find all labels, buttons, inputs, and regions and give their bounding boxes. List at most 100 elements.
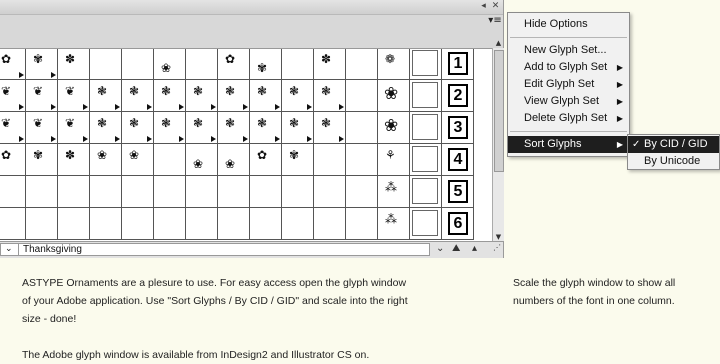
submenu-item-by-unicode[interactable]: By Unicode xyxy=(628,153,719,170)
glyph-cell[interactable] xyxy=(58,208,90,240)
glyph-cell[interactable]: 4 xyxy=(442,144,474,176)
glyph-cell[interactable] xyxy=(250,208,282,240)
glyph-cell[interactable] xyxy=(154,144,186,176)
glyph-cell[interactable] xyxy=(186,176,218,208)
glyph-cell[interactable] xyxy=(186,208,218,240)
menu-item-edit-glyph-set[interactable]: Edit Glyph Set ▶ xyxy=(508,76,629,93)
glyph-cell[interactable]: ❃ xyxy=(314,112,346,144)
glyph-cell[interactable]: ⁂ xyxy=(378,208,410,240)
panel-menu-button[interactable]: ▾≡ xyxy=(486,15,504,27)
glyph-cell[interactable] xyxy=(26,208,58,240)
glyph-cell[interactable]: ❀ xyxy=(90,144,122,176)
glyph-cell[interactable] xyxy=(346,80,378,112)
glyph-cell[interactable]: ❃ xyxy=(154,112,186,144)
glyph-cell[interactable] xyxy=(122,49,154,80)
glyph-cell[interactable]: ✾ xyxy=(282,144,314,176)
glyph-cell[interactable]: ✽ xyxy=(314,49,346,80)
glyph-cell[interactable]: ❀ xyxy=(218,144,250,176)
glyph-cell[interactable]: ✽ xyxy=(58,144,90,176)
glyph-cell[interactable]: ⁂ xyxy=(378,176,410,208)
scroll-thumb[interactable] xyxy=(494,50,504,172)
glyph-cell[interactable]: ❃ xyxy=(282,112,314,144)
glyph-cell[interactable]: ❃ xyxy=(122,112,154,144)
glyph-cell[interactable] xyxy=(0,176,26,208)
glyph-cell[interactable] xyxy=(346,208,378,240)
glyph-cell[interactable]: ❦ xyxy=(26,112,58,144)
glyph-cell[interactable]: ✾ xyxy=(26,144,58,176)
glyph-cell[interactable] xyxy=(90,176,122,208)
glyph-cell[interactable]: 2 xyxy=(442,80,474,112)
glyph-cell[interactable]: ❁ xyxy=(378,49,410,80)
glyph-cell[interactable]: ❃ xyxy=(90,80,122,112)
glyph-cell[interactable] xyxy=(282,49,314,80)
glyph-cell[interactable] xyxy=(58,176,90,208)
glyph-cell[interactable]: ✿ xyxy=(0,49,26,80)
glyph-cell[interactable] xyxy=(218,208,250,240)
glyph-cell[interactable]: ❀ xyxy=(122,144,154,176)
glyph-cell[interactable]: ❃ xyxy=(186,112,218,144)
glyph-cell[interactable]: ❀ xyxy=(378,80,410,112)
glyph-cell[interactable] xyxy=(410,49,442,80)
glyph-cell[interactable]: ❦ xyxy=(58,112,90,144)
glyph-cell[interactable]: 1 xyxy=(442,49,474,80)
glyph-cell[interactable]: ✿ xyxy=(0,144,26,176)
glyph-cell[interactable]: ✿ xyxy=(250,144,282,176)
glyph-cell[interactable]: ❃ xyxy=(186,80,218,112)
glyph-cell[interactable] xyxy=(346,176,378,208)
chevron-down-icon[interactable]: ⌄ xyxy=(5,244,13,255)
glyph-cell[interactable]: ❃ xyxy=(154,80,186,112)
glyph-cell[interactable]: ❦ xyxy=(0,112,26,144)
glyph-cell[interactable] xyxy=(122,208,154,240)
glyph-cell[interactable]: ✾ xyxy=(26,49,58,80)
glyph-cell[interactable]: ✽ xyxy=(58,49,90,80)
glyph-cell[interactable] xyxy=(346,49,378,80)
submenu-item-by-cid[interactable]: ✓ By CID / GID xyxy=(628,136,719,153)
menu-item-hide-options[interactable]: Hide Options xyxy=(508,16,629,33)
glyph-cell[interactable] xyxy=(0,208,26,240)
glyph-cell[interactable]: ❦ xyxy=(26,80,58,112)
style-dropdown-icon[interactable]: ⌄ xyxy=(436,243,444,254)
menu-item-delete-glyph-set[interactable]: Delete Glyph Set ▶ xyxy=(508,110,629,127)
menu-item-view-glyph-set[interactable]: View Glyph Set ▶ xyxy=(508,93,629,110)
glyph-cell[interactable]: ⚘ xyxy=(378,144,410,176)
glyph-cell[interactable]: 3 xyxy=(442,112,474,144)
glyph-cell[interactable] xyxy=(154,208,186,240)
glyph-cell[interactable]: ❃ xyxy=(250,112,282,144)
glyph-cell[interactable] xyxy=(154,176,186,208)
vertical-scrollbar[interactable]: ▲ ▼ xyxy=(492,39,504,241)
glyph-cell[interactable]: ❀ xyxy=(378,112,410,144)
menu-item-add-to-glyph-set[interactable]: Add to Glyph Set ▶ xyxy=(508,59,629,76)
scroll-up-icon[interactable]: ▲ xyxy=(494,39,503,47)
glyph-cell[interactable] xyxy=(410,112,442,144)
glyph-cell[interactable]: ✾ xyxy=(250,49,282,80)
glyph-cell[interactable] xyxy=(282,176,314,208)
glyph-cell[interactable] xyxy=(410,144,442,176)
glyph-cell[interactable]: ❦ xyxy=(0,80,26,112)
glyph-cell[interactable] xyxy=(282,208,314,240)
glyph-cell[interactable]: ❃ xyxy=(90,112,122,144)
glyph-cell[interactable]: ❦ xyxy=(58,80,90,112)
glyph-cell[interactable] xyxy=(346,144,378,176)
resize-grip-icon[interactable]: ⋰ xyxy=(493,243,501,252)
glyph-cell[interactable] xyxy=(218,176,250,208)
glyph-cell[interactable] xyxy=(410,208,442,240)
scroll-down-icon[interactable]: ▼ xyxy=(494,233,503,241)
glyph-cell[interactable] xyxy=(90,49,122,80)
glyph-cell[interactable]: ❃ xyxy=(314,80,346,112)
close-icon[interactable]: ✕ xyxy=(490,1,501,12)
glyph-cell[interactable]: ❃ xyxy=(282,80,314,112)
glyph-cell[interactable]: ✿ xyxy=(218,49,250,80)
glyph-cell[interactable] xyxy=(346,112,378,144)
glyph-cell[interactable]: ❃ xyxy=(218,80,250,112)
zoom-in-icon[interactable]: ▴ xyxy=(472,243,477,254)
glyph-cell[interactable]: ❀ xyxy=(186,144,218,176)
font-family-select[interactable]: ⌄ Thanksgiving xyxy=(0,243,430,256)
glyph-cell[interactable] xyxy=(314,144,346,176)
menu-item-sort-glyphs[interactable]: Sort Glyphs ▶ xyxy=(508,136,629,153)
glyph-cell[interactable]: 5 xyxy=(442,176,474,208)
glyph-cell[interactable]: ❀ xyxy=(154,49,186,80)
glyph-cell[interactable] xyxy=(410,176,442,208)
glyph-cell[interactable] xyxy=(314,208,346,240)
glyph-cell[interactable] xyxy=(186,49,218,80)
glyph-cell[interactable] xyxy=(122,176,154,208)
